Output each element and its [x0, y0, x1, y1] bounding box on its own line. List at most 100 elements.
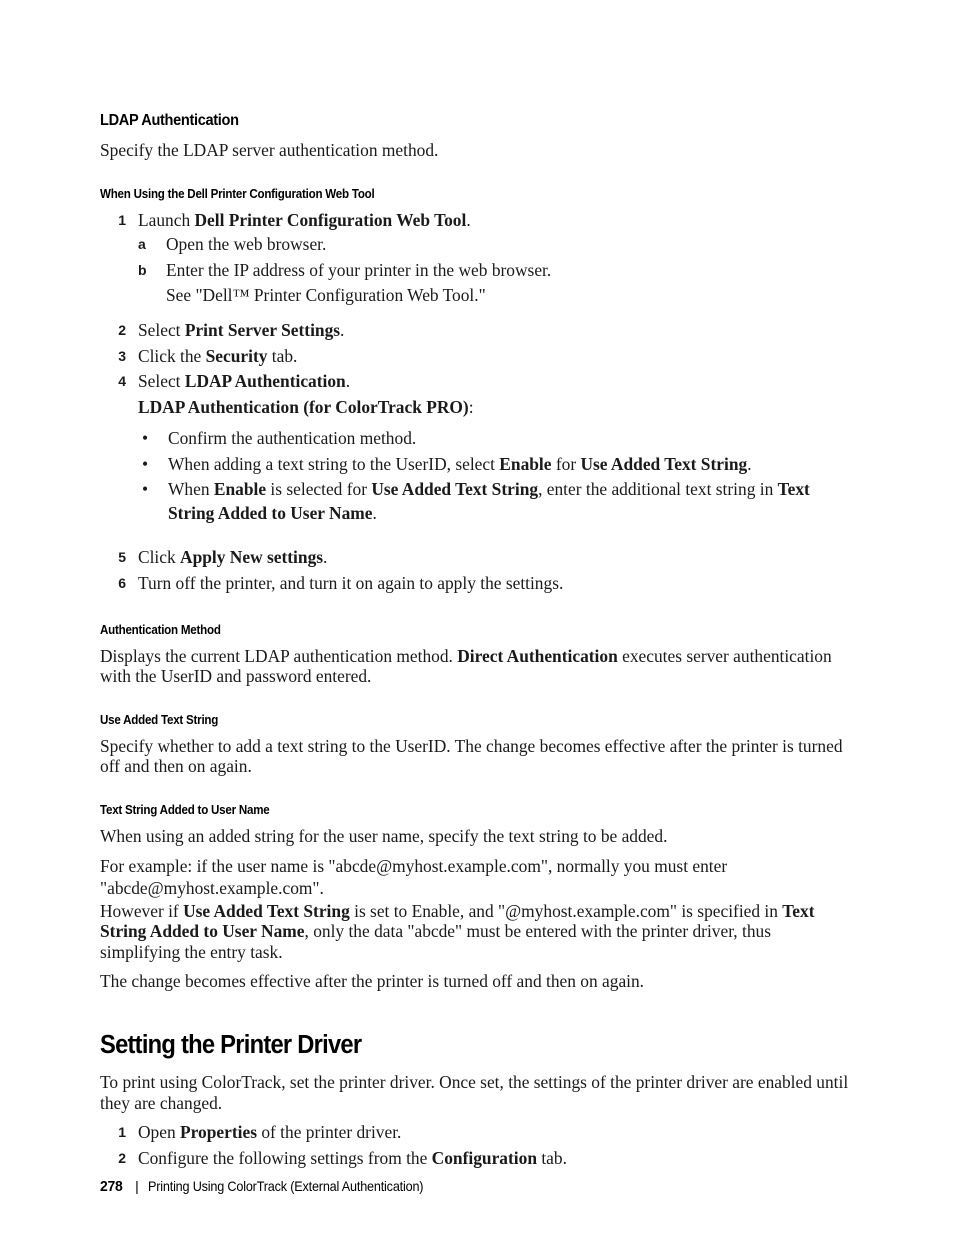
- step-text: Select LDAP Authentication.: [138, 371, 350, 391]
- substep-item-a: a Open the web browser.: [138, 234, 850, 255]
- step-text-pre: Configure the following settings from th…: [138, 1147, 432, 1168]
- step-text-pre: Click the: [138, 345, 206, 366]
- substep-letter: a: [138, 236, 146, 253]
- substep-letter: b: [138, 261, 147, 278]
- bullet-segment: .: [747, 453, 752, 474]
- manual-page: LDAP Authentication Specify the LDAP ser…: [0, 0, 954, 1235]
- step-text-post: .: [345, 371, 351, 392]
- step-text: Click the Security tab.: [138, 346, 297, 366]
- step-text-pre: Launch: [138, 209, 195, 230]
- bullet-text: When Enable is selected for Use Added Te…: [168, 479, 810, 523]
- text-string-added-paragraph-1: When using an added string for the user …: [100, 825, 668, 846]
- text-string-added-paragraph-3: However if Use Added Text String is set …: [100, 901, 850, 963]
- step-text-bold: Dell Printer Configuration Web Tool: [194, 209, 467, 230]
- subheading-use-added-text-string: Use Added Text String: [100, 712, 219, 727]
- step-number: 1: [118, 211, 126, 228]
- step-text-pre: Select: [138, 319, 185, 340]
- text-string-added-paragraph-4: The change becomes effective after the p…: [100, 971, 645, 992]
- step-number: 4: [118, 373, 126, 390]
- step-text-post: .: [466, 209, 471, 230]
- page-content: LDAP Authentication Specify the LDAP ser…: [100, 112, 850, 1173]
- step-item-3: 3 Click the Security tab.: [100, 346, 850, 367]
- step-text-bold: Properties: [180, 1122, 257, 1143]
- authentication-method-body: Displays the current LDAP authentication…: [100, 646, 850, 687]
- subheading-when-using-web-tool: When Using the Dell Printer Configuratio…: [100, 186, 375, 201]
- step-number: 5: [118, 549, 126, 566]
- colortrack-pro-label-bold: LDAP Authentication (for ColorTrack PRO): [138, 396, 469, 417]
- bullet-item: • When adding a text string to the UserI…: [138, 453, 850, 477]
- bullet-glyph-icon: •: [142, 428, 149, 449]
- bullet-segment-bold: Enable: [213, 479, 267, 500]
- step-item-1: 1 Launch Dell Printer Configuration Web …: [100, 210, 850, 306]
- section-intro-paragraph: Specify the LDAP server authentication m…: [100, 140, 439, 160]
- subheading-authentication-method: Authentication Method: [100, 622, 221, 637]
- bullet-segment: , enter the additional text string in: [538, 479, 778, 500]
- web-tool-steps-list: 1 Launch Dell Printer Configuration Web …: [100, 210, 850, 594]
- subheading-text-string-added-to-user-name: Text String Added to User Name: [100, 802, 270, 817]
- bullet-glyph-icon: •: [142, 479, 149, 500]
- bullet-glyph-icon: •: [142, 453, 149, 474]
- step-number: 6: [118, 574, 126, 591]
- step-number: 2: [118, 1149, 126, 1166]
- step-text-bold: Security: [205, 345, 268, 366]
- see-reference-text: See "Dell™ Printer Configuration Web Too…: [166, 285, 486, 306]
- bullet-segment-bold: Use Added Text String: [580, 453, 748, 474]
- bullet-item: • When Enable is selected for Use Added …: [138, 478, 850, 525]
- footer-chapter-title: Printing Using ColorTrack (External Auth…: [147, 1179, 424, 1194]
- step-text-bold: Configuration: [431, 1147, 537, 1168]
- body-segment-bold: Direct Authentication: [457, 645, 618, 666]
- body-segment: Displays the current LDAP authentication…: [100, 645, 458, 666]
- substep-text: Enter the IP address of your printer in …: [166, 259, 552, 280]
- step-text-post: .: [340, 319, 345, 340]
- text-string-added-example-line-2: "abcde@myhost.example.com".: [100, 878, 324, 899]
- step-text: Launch Dell Printer Configuration Web To…: [138, 210, 471, 230]
- step-text-pre: Click: [138, 547, 181, 568]
- bullet-item: • Confirm the authentication method.: [138, 427, 850, 451]
- use-added-text-string-body: Specify whether to add a text string to …: [100, 735, 843, 777]
- step-text: Configure the following settings from th…: [138, 1148, 567, 1168]
- step-item-2: 2 Select Print Server Settings.: [100, 320, 850, 341]
- page-footer: 278 | Printing Using ColorTrack (Externa…: [100, 1178, 444, 1195]
- substep-item-b: b Enter the IP address of your printer i…: [138, 260, 850, 281]
- bullet-segment: When adding a text string to the UserID,…: [168, 453, 500, 474]
- step-text: Turn off the printer, and turn it on aga…: [138, 572, 564, 593]
- step-text-post: of the printer driver.: [256, 1122, 402, 1143]
- step-item-4: 4 Select LDAP Authentication. LDAP Authe…: [100, 371, 850, 525]
- step-text-post: .: [323, 547, 328, 568]
- text-string-added-example-line-1: For example: if the user name is "abcde@…: [100, 855, 728, 876]
- step-text-bold: LDAP Authentication: [184, 371, 346, 392]
- bullet-segment-bold: Use Added Text String: [371, 479, 539, 500]
- section-heading-ldap-authentication: LDAP Authentication: [100, 112, 239, 129]
- step-text-pre: Open: [138, 1122, 181, 1143]
- body-segment: is set to Enable, and "@myhost.example.c…: [349, 900, 783, 921]
- body-segment: However if: [100, 900, 184, 921]
- bullet-segment: is selected for: [266, 479, 372, 500]
- bullet-text: When adding a text string to the UserID,…: [168, 454, 752, 474]
- bullet-segment: Confirm the authentication method.: [168, 428, 417, 449]
- heading-setting-the-printer-driver: Setting the Printer Driver: [100, 1031, 362, 1060]
- step-text-pre: Select: [138, 371, 185, 392]
- step-text: Open Properties of the printer driver.: [138, 1122, 401, 1142]
- step-text-post: tab.: [267, 345, 298, 366]
- substep-text: Open the web browser.: [166, 234, 327, 255]
- substeps-list: a Open the web browser. b Enter the IP a…: [138, 234, 850, 306]
- footer-page-number: 278: [100, 1178, 123, 1195]
- bullet-text: Confirm the authentication method.: [168, 428, 416, 448]
- step-text: Select Print Server Settings.: [138, 320, 344, 340]
- bullet-segment: for: [551, 453, 581, 474]
- printer-driver-step-item-2: 2 Configure the following settings from …: [100, 1148, 850, 1169]
- step-number: 1: [118, 1124, 126, 1141]
- footer-separator: |: [135, 1178, 139, 1194]
- bullet-segment-bold: Enable: [499, 453, 552, 474]
- colortrack-pro-colon: :: [468, 396, 474, 417]
- printer-driver-intro: To print using ColorTrack, set the print…: [100, 1072, 849, 1113]
- step-item-5: 5 Click Apply New settings.: [100, 547, 850, 568]
- step-number: 2: [118, 321, 126, 338]
- step-text-bold: Print Server Settings: [184, 319, 341, 340]
- step-number: 3: [118, 347, 126, 364]
